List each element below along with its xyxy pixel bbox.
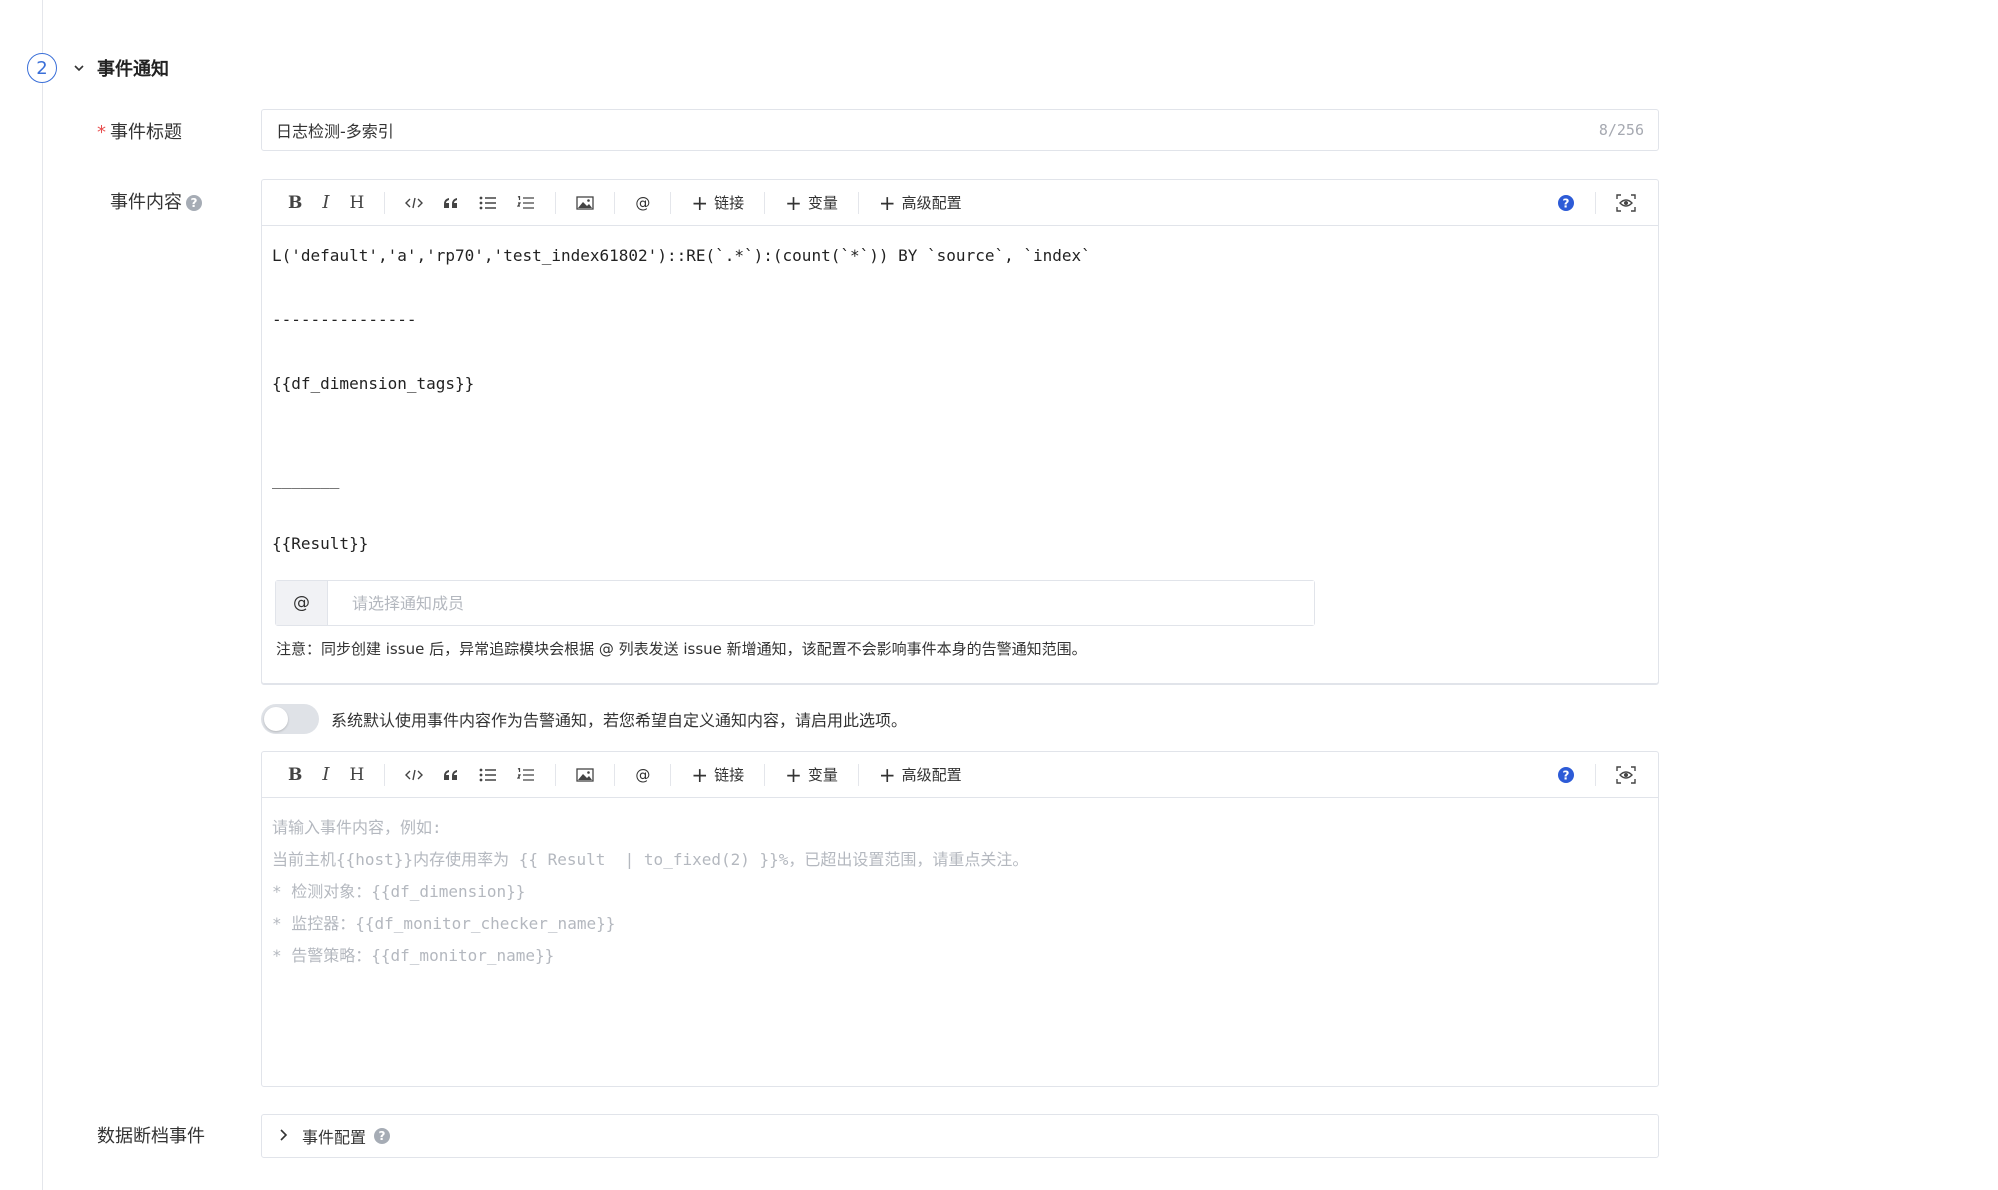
mention-button[interactable]: @ — [625, 180, 660, 226]
placeholder-line: * 告警策略：{{df_monitor_name}} — [272, 946, 555, 965]
notify-note: 注意：同步创建 issue 后，异常追踪模块会根据 @ 列表发送 issue 新… — [276, 640, 1087, 658]
help-icon[interactable]: ? — [374, 1128, 391, 1144]
help-icon[interactable]: ? — [186, 195, 202, 211]
content-line — [272, 496, 1648, 528]
italic-button[interactable]: I — [312, 180, 339, 226]
svg-text:?: ? — [1563, 196, 1570, 210]
help-icon[interactable]: ? — [1547, 180, 1585, 226]
numbered-list-icon[interactable] — [507, 180, 545, 226]
placeholder-line: 请输入事件内容，例如: — [272, 818, 442, 837]
content-line: _______ — [272, 470, 340, 489]
step-number: 2 — [27, 53, 57, 83]
notify-members-field[interactable]: @ — [275, 580, 1315, 626]
placeholder-line: * 检测对象：{{df_dimension}} — [272, 882, 526, 901]
event-config-label: 事件配置 — [302, 1128, 367, 1147]
heading-button[interactable]: H — [340, 180, 375, 226]
event-title-label: * 事件标题 — [97, 122, 182, 143]
quote-icon[interactable] — [433, 180, 469, 226]
bold-button[interactable]: B — [278, 752, 312, 798]
editor-toolbar: B I H @ + 链接 + 变量 + 高级配置 ? — [262, 180, 1658, 226]
image-icon[interactable] — [566, 180, 604, 226]
bold-button[interactable]: B — [278, 180, 312, 226]
content-line — [272, 336, 1648, 368]
content-line — [272, 272, 1648, 304]
plus-icon: + — [785, 190, 802, 215]
custom-notify-toggle[interactable] — [261, 704, 319, 734]
chevron-down-icon[interactable] — [71, 60, 87, 76]
preview-icon[interactable] — [1606, 752, 1658, 798]
event-content-label: 事件内容? — [110, 188, 202, 214]
plus-icon: + — [691, 190, 709, 215]
custom-notify-text: 系统默认使用事件内容作为告警通知，若您希望自定义通知内容，请启用此选项。 — [331, 711, 908, 730]
content-line: --------------- — [272, 310, 417, 329]
section-title: 事件通知 — [97, 59, 169, 80]
toggle-knob — [264, 707, 288, 731]
code-icon[interactable] — [395, 752, 433, 798]
plus-icon: + — [785, 762, 802, 787]
insert-variable-button[interactable]: + 变量 — [775, 180, 848, 226]
chevron-right-icon[interactable] — [276, 1127, 290, 1146]
timeline-line — [42, 0, 43, 1190]
insert-link-button[interactable]: + 链接 — [681, 752, 754, 798]
editor-content[interactable]: L('default','a','rp70','test_index61802'… — [262, 226, 1658, 574]
content-line — [272, 432, 1648, 464]
content-line: {{Result}} — [272, 534, 369, 553]
help-icon[interactable]: ? — [1547, 752, 1585, 798]
preview-icon[interactable] — [1606, 180, 1658, 226]
event-title-input[interactable]: 日志检测-多索引 8/256 — [261, 109, 1659, 151]
event-config-collapse[interactable]: 事件配置 ? — [261, 1114, 1659, 1158]
custom-content-placeholder[interactable]: 请输入事件内容，例如: 当前主机{{host}}内存使用率为 {{ Result… — [262, 798, 1658, 986]
placeholder-line: 当前主机{{host}}内存使用率为 {{ Result | to_fixed(… — [272, 850, 1029, 869]
italic-button[interactable]: I — [312, 752, 339, 798]
bullet-list-icon[interactable] — [469, 180, 507, 226]
custom-notify-row: 系统默认使用事件内容作为告警通知，若您希望自定义通知内容，请启用此选项。 — [261, 704, 907, 734]
data-gap-label: 数据断档事件 — [97, 1126, 205, 1147]
section-header[interactable]: 2 事件通知 — [27, 53, 169, 83]
notify-members-panel: @ 注意：同步创建 issue 后，异常追踪模块会根据 @ 列表发送 issue… — [261, 566, 1659, 684]
mention-button[interactable]: @ — [625, 752, 660, 798]
event-title-value[interactable]: 日志检测-多索引 — [276, 118, 1599, 142]
svg-text:?: ? — [1563, 768, 1570, 782]
advanced-config-button[interactable]: + 高级配置 — [869, 752, 972, 798]
custom-content-editor[interactable]: B I H @ + 链接 + 变量 + 高级配置 ? 请输入事件内容，例如: 当前主机… — [261, 751, 1659, 1087]
plus-icon: + — [878, 762, 896, 787]
insert-variable-button[interactable]: + 变量 — [775, 752, 848, 798]
advanced-config-button[interactable]: + 高级配置 — [869, 180, 972, 226]
numbered-list-icon[interactable] — [507, 752, 545, 798]
placeholder-line: * 监控器：{{df_monitor_checker_name}} — [272, 914, 616, 933]
image-icon[interactable] — [566, 752, 604, 798]
heading-button[interactable]: H — [340, 752, 375, 798]
at-prefix: @ — [276, 581, 328, 625]
code-icon[interactable] — [395, 180, 433, 226]
content-line: L('default','a','rp70','test_index61802'… — [272, 246, 1091, 265]
content-line — [272, 400, 1648, 432]
plus-icon: + — [691, 762, 709, 787]
char-count: 8/256 — [1598, 121, 1644, 139]
content-line: {{df_dimension_tags}} — [272, 374, 475, 393]
plus-icon: + — [878, 190, 896, 215]
insert-link-button[interactable]: + 链接 — [681, 180, 754, 226]
required-mark: * — [97, 122, 106, 143]
bullet-list-icon[interactable] — [469, 752, 507, 798]
quote-icon[interactable] — [433, 752, 469, 798]
notify-members-input[interactable] — [328, 581, 1314, 625]
editor-toolbar: B I H @ + 链接 + 变量 + 高级配置 ? — [262, 752, 1658, 798]
